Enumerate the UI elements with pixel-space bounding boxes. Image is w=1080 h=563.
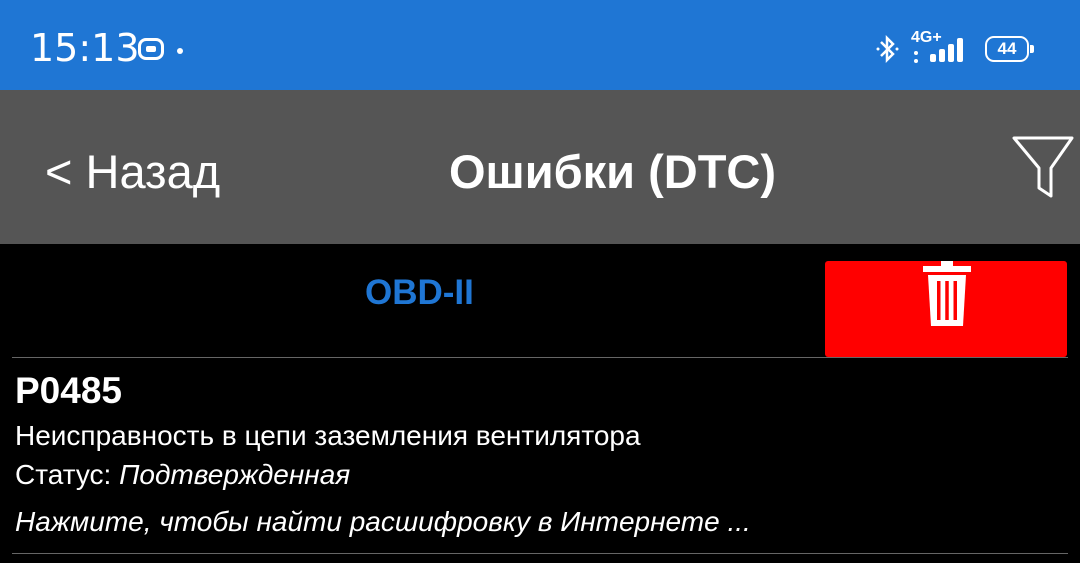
dtc-search-hint[interactable]: Нажмите, чтобы найти расшифровку в Интер…: [15, 506, 751, 538]
dtc-status-value: Подтвержденная: [119, 459, 351, 490]
trash-icon: [923, 261, 971, 326]
bluetooth-icon: [876, 34, 899, 64]
dtc-status-label: Статус:: [15, 459, 112, 490]
dtc-description: Неисправность в цепи заземления вентилят…: [15, 420, 641, 451]
delete-button[interactable]: [825, 261, 1067, 357]
divider-bottom: [12, 553, 1068, 554]
battery-icon: 44: [985, 36, 1034, 62]
protocol-label: OBD-II: [365, 273, 474, 312]
signal-icon: [930, 38, 963, 62]
data-activity-icon: [914, 51, 918, 63]
status-bar: 15:13 4G+ 44: [0, 0, 1080, 90]
app-bar: < Назад Ошибки (DTC): [0, 90, 1080, 244]
notification-icon: [138, 38, 164, 60]
dtc-status: Статус: Подтвержденная: [15, 459, 350, 491]
filter-icon[interactable]: [1008, 134, 1078, 200]
page-title: Ошибки (DTC): [448, 145, 777, 198]
dtc-code: P0485: [15, 370, 122, 411]
dot-icon: [177, 48, 183, 54]
status-time: 15:13: [30, 26, 140, 70]
dtc-list-item[interactable]: P0485 Неисправность в цепи заземления ве…: [0, 358, 1080, 554]
